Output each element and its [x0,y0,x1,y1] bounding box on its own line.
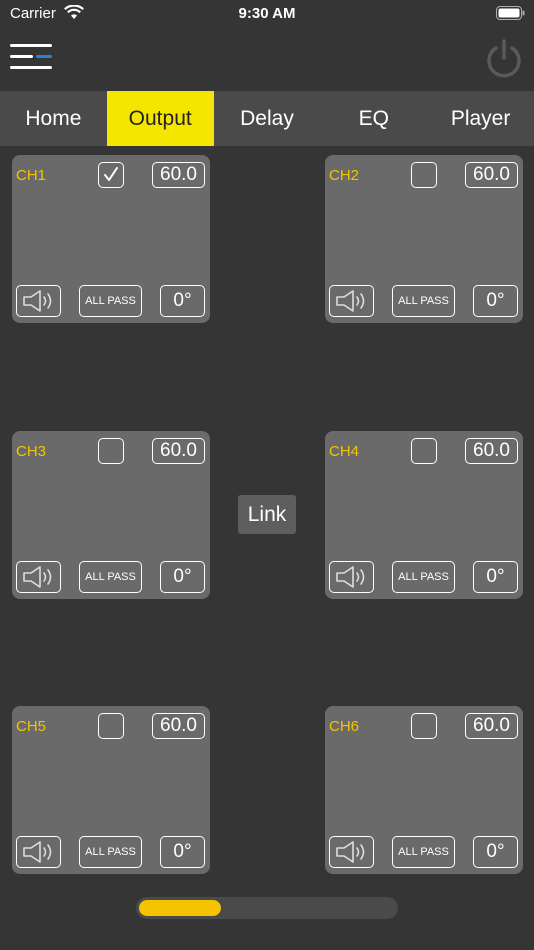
battery-icon [496,6,525,20]
channel-card-ch3: CH3 60.0 ALL PASS 0° [12,431,210,599]
channel-checkbox[interactable] [98,438,124,464]
phase-button[interactable]: 0° [473,561,518,593]
channel-checkbox[interactable] [411,438,437,464]
speaker-button[interactable] [16,285,61,317]
channel-value-field[interactable]: 60.0 [465,162,518,188]
speaker-button[interactable] [329,285,374,317]
channel-checkbox[interactable] [411,713,437,739]
speaker-button[interactable] [16,836,61,868]
tab-bar: Home Output Delay EQ Player [0,91,534,146]
speaker-icon [335,290,364,312]
all-pass-button[interactable]: ALL PASS [79,836,142,868]
speaker-button[interactable] [329,836,374,868]
phase-button[interactable]: 0° [160,836,205,868]
channel-checkbox[interactable] [411,162,437,188]
phase-button[interactable]: 0° [160,561,205,593]
checkmark-icon [104,167,118,181]
channel-value-field[interactable]: 60.0 [465,713,518,739]
phase-button[interactable]: 0° [160,285,205,317]
channel-label: CH1 [16,167,47,184]
speaker-icon [335,841,364,863]
speaker-icon [22,290,51,312]
channel-value-field[interactable]: 60.0 [152,162,205,188]
tab-eq[interactable]: EQ [320,91,427,146]
speaker-icon [22,841,51,863]
speaker-button[interactable] [329,561,374,593]
scroll-indicator-thumb[interactable] [139,900,221,916]
phase-button[interactable]: 0° [473,285,518,317]
channel-value-field[interactable]: 60.0 [465,438,518,464]
status-bar: Carrier 9:30 AM [0,0,534,28]
channel-label: CH3 [16,443,47,460]
channel-card-ch1: CH1 60.0 ALL PASS 0° [12,155,210,323]
link-button[interactable]: Link [238,495,296,534]
channel-label: CH6 [329,718,360,735]
channel-card-ch2: CH2 60.0 ALL PASS 0° [325,155,523,323]
channel-checkbox[interactable] [98,713,124,739]
channel-checkbox[interactable] [98,162,124,188]
all-pass-button[interactable]: ALL PASS [392,285,455,317]
channel-label: CH2 [329,167,360,184]
clock: 9:30 AM [238,5,296,22]
channel-value-field[interactable]: 60.0 [152,713,205,739]
speaker-icon [22,566,51,588]
phase-button[interactable]: 0° [473,836,518,868]
all-pass-button[interactable]: ALL PASS [79,285,142,317]
channel-card-ch5: CH5 60.0 ALL PASS 0° [12,706,210,874]
menu-icon[interactable] [10,40,54,76]
power-icon[interactable] [484,38,524,80]
all-pass-button[interactable]: ALL PASS [392,836,455,868]
channel-card-ch6: CH6 60.0 ALL PASS 0° [325,706,523,874]
channel-value-field[interactable]: 60.0 [152,438,205,464]
tab-home[interactable]: Home [0,91,107,146]
scroll-indicator[interactable] [136,897,398,919]
all-pass-button[interactable]: ALL PASS [392,561,455,593]
channel-label: CH5 [16,718,47,735]
channel-label: CH4 [329,443,360,460]
tab-output[interactable]: Output [106,91,214,146]
tab-delay[interactable]: Delay [214,91,321,146]
tab-player[interactable]: Player [427,91,534,146]
speaker-button[interactable] [16,561,61,593]
all-pass-button[interactable]: ALL PASS [79,561,142,593]
channel-card-ch4: CH4 60.0 ALL PASS 0° [325,431,523,599]
speaker-icon [335,566,364,588]
